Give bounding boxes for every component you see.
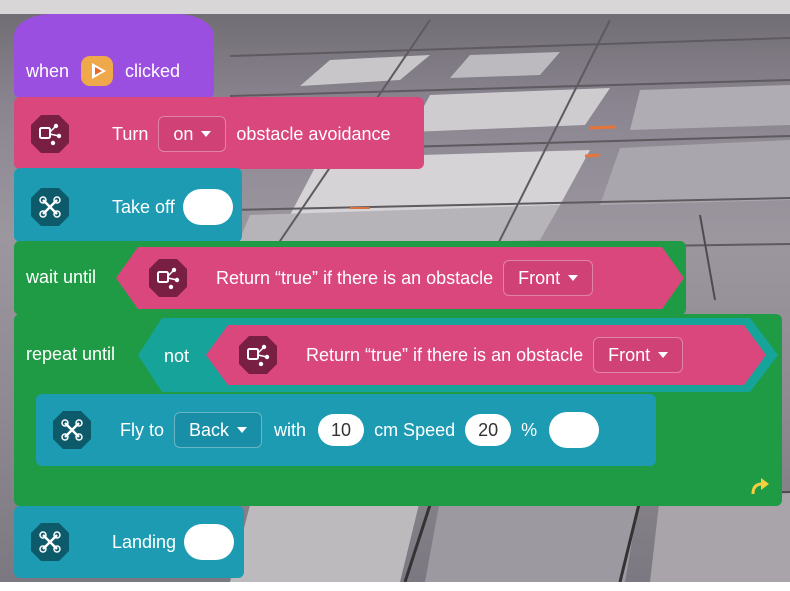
obstacle-condition-reporter[interactable]: Return “true” if there is an obstacle Fr… <box>206 325 766 385</box>
direction-dropdown[interactable]: Front <box>593 337 684 373</box>
obstacle-condition-reporter[interactable]: Return “true” if there is an obstacle Fr… <box>116 247 684 309</box>
repeat-until-label: repeat until <box>26 344 116 364</box>
direction-value: Front <box>608 344 651 365</box>
fly-direction-dropdown[interactable]: Back <box>174 412 263 448</box>
obstacle-avoidance-label: obstacle avoidance <box>236 124 391 144</box>
with-label: with <box>274 420 307 440</box>
distance-input[interactable]: 10 <box>318 414 365 446</box>
wait-until-label: wait until <box>26 267 97 287</box>
direction-value: Front <box>518 267 561 288</box>
drone-module-icon <box>28 112 72 156</box>
chevron-down-icon <box>237 427 248 433</box>
landing-input[interactable] <box>184 524 235 560</box>
drone-icon <box>28 520 72 564</box>
chevron-down-icon <box>568 275 579 281</box>
repeat-until-block[interactable]: repeat until not Return “true” if there … <box>14 314 782 506</box>
wait-until-block[interactable]: wait until Return “true” if there is an … <box>14 241 686 315</box>
obstacle-avoidance-block[interactable]: Turn on obstacle avoidance <box>14 97 424 169</box>
obstacle-condition-text: Return “true” if there is an obstacle <box>216 268 494 288</box>
drone-module-icon <box>236 333 280 377</box>
when-clicked-block[interactable]: when clicked <box>14 14 214 98</box>
chevron-down-icon <box>658 352 669 358</box>
play-flag-icon <box>79 54 115 88</box>
percent-label: % <box>521 420 538 440</box>
obstacle-toggle-dropdown[interactable]: on <box>158 116 227 152</box>
fly-to-block[interactable]: Fly to Back with 10 cm Speed 20 % <box>36 394 656 466</box>
drone-module-icon <box>146 256 190 300</box>
take-off-block[interactable]: Take off <box>14 168 242 242</box>
not-label: not <box>164 346 190 366</box>
drone-icon <box>28 185 72 229</box>
drone-icon <box>50 408 94 452</box>
landing-block[interactable]: Landing <box>14 506 244 578</box>
obstacle-toggle-value: on <box>173 123 194 144</box>
fly-direction-value: Back <box>189 419 230 440</box>
speed-input[interactable]: 20 <box>465 414 512 446</box>
direction-dropdown[interactable]: Front <box>503 260 594 296</box>
not-operator-reporter[interactable]: not Return “true” if there is an obstacl… <box>138 318 778 392</box>
obstacle-condition-text: Return “true” if there is an obstacle <box>306 345 584 365</box>
clicked-label: clicked <box>125 61 181 81</box>
cm-speed-label: cm Speed <box>374 420 456 440</box>
fly-to-label: Fly to <box>120 420 165 440</box>
scene-bottom-strip <box>0 582 790 591</box>
turn-label: Turn <box>112 124 149 144</box>
when-label: when <box>26 61 70 81</box>
take-off-input[interactable] <box>182 189 233 225</box>
take-off-label: Take off <box>112 197 175 217</box>
landing-label: Landing <box>112 532 177 552</box>
loop-arrow-icon <box>748 474 772 498</box>
chevron-down-icon <box>201 131 212 137</box>
fly-extra-input[interactable] <box>549 412 600 448</box>
